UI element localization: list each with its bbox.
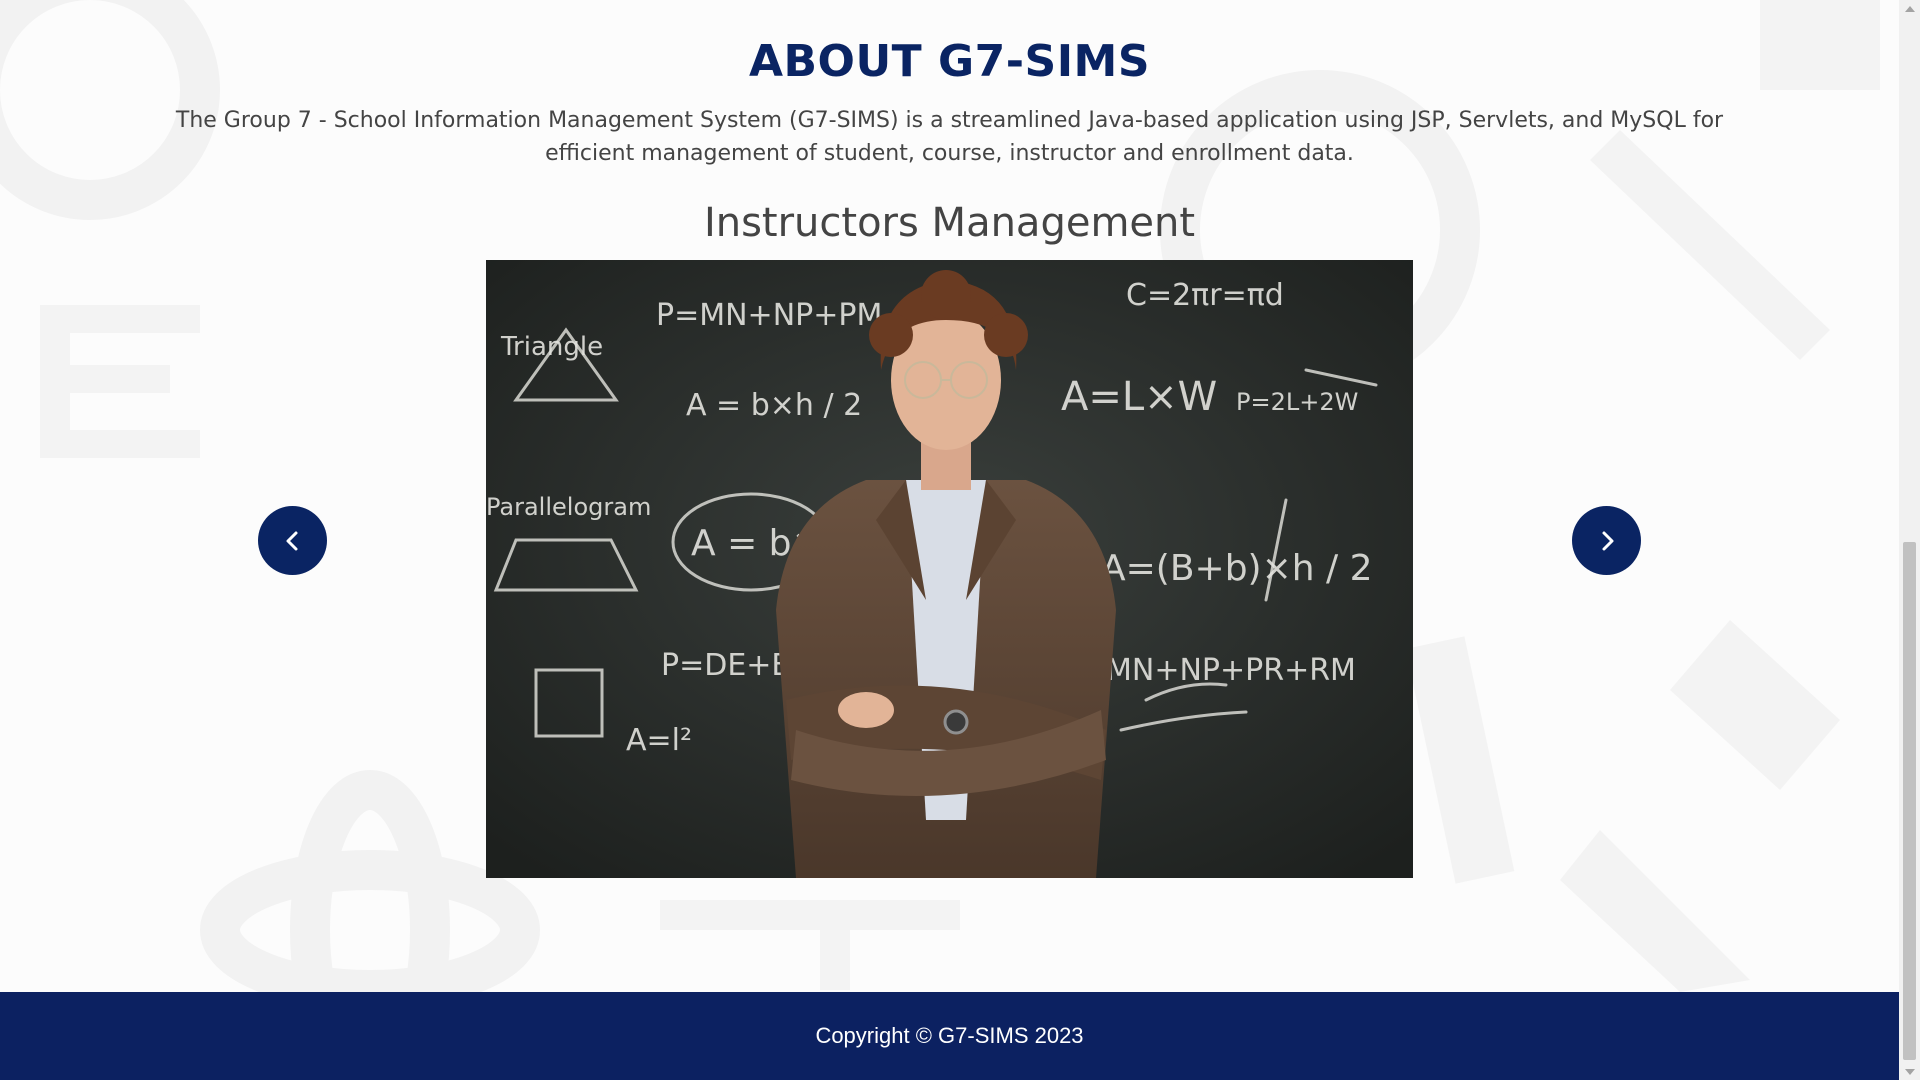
about-title: ABOUT G7-SIMS: [748, 36, 1151, 87]
scrollbar-thumb[interactable]: [1903, 542, 1916, 1060]
svg-text:A=L×W: A=L×W: [1061, 374, 1217, 420]
scroll-down-arrow-icon[interactable]: [1899, 1063, 1920, 1080]
page: ABOUT G7-SIMS The Group 7 - School Infor…: [0, 0, 1899, 1080]
svg-text:A = b×h / 2: A = b×h / 2: [686, 388, 862, 423]
vertical-scrollbar[interactable]: [1899, 0, 1920, 1080]
svg-text:A=l²: A=l²: [626, 723, 692, 758]
footer-copyright: Copyright © G7-SIMS 2023: [815, 1023, 1084, 1048]
chevron-right-icon: [1602, 531, 1613, 550]
svg-text:C=2πr=πd: C=2πr=πd: [1126, 278, 1284, 313]
svg-text:Parallelogram: Parallelogram: [486, 493, 651, 521]
carousel-slide-image: P=MN+NP+PM Triangle A = b×h / 2 Parallel…: [486, 260, 1413, 878]
carousel-next-button[interactable]: [1572, 506, 1641, 575]
svg-text:Triangle: Triangle: [500, 332, 603, 362]
scroll-up-arrow-icon[interactable]: [1899, 0, 1920, 17]
instructor-photo: P=MN+NP+PM Triangle A = b×h / 2 Parallel…: [486, 260, 1413, 878]
svg-text:P=DE+E: P=DE+E: [661, 648, 790, 683]
carousel-slide-title: Instructors Management: [703, 200, 1196, 246]
svg-text:A=(B+b)×h / 2: A=(B+b)×h / 2: [1101, 548, 1373, 589]
svg-text:P=MN+NP+PM: P=MN+NP+PM: [656, 298, 882, 333]
svg-text:P=2L+2W: P=2L+2W: [1236, 388, 1358, 416]
footer: Copyright © G7-SIMS 2023: [0, 992, 1899, 1080]
carousel-prev-button[interactable]: [258, 506, 327, 575]
chevron-left-icon: [286, 531, 297, 550]
svg-text:MN+NP+PR+RM: MN+NP+PR+RM: [1106, 653, 1356, 688]
about-description: The Group 7 - School Information Managem…: [175, 108, 1724, 166]
